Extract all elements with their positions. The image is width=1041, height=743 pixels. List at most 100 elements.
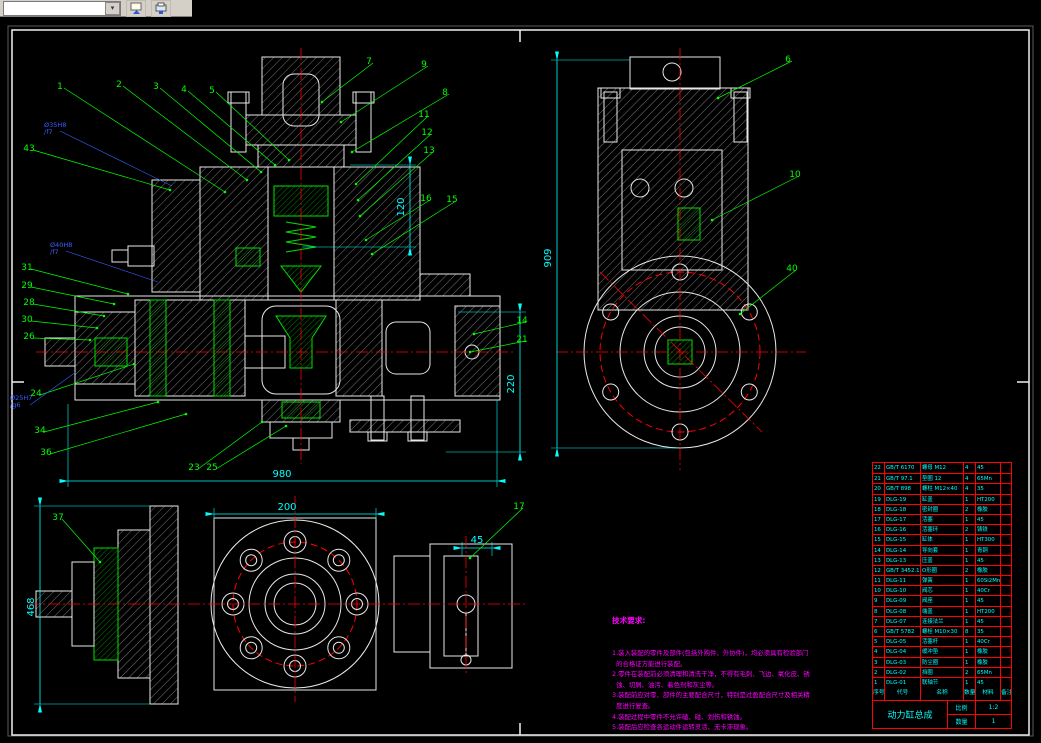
bom-row: 20 GB/T 898 螺柱 M12×40 4 35 [873,483,1011,494]
bom-cell: 17 [873,514,885,525]
sheet-label: 数量 [948,714,976,728]
stud-bolt [230,91,247,153]
bom-cell: 9 [873,596,885,606]
note-line: 度进行复查。 [612,701,655,710]
bom-cell [1001,596,1011,605]
bom-row: 1 DLG-01 联轴节 1 45 [873,676,1011,688]
leader-dot [356,198,360,202]
bom-cell: 螺栓 M10×30 [921,627,964,637]
bom-row: 17 DLG-17 活塞 1 45 [873,513,1011,525]
technical-notes: 技术要求: 1.装入装配的零件及部件(包括外购件、外协件)，均必须具有检验部门 … [612,595,810,743]
piston-seal [213,299,231,397]
leader-dot [88,338,92,342]
bom-cell: 21 [873,474,885,484]
print-icon [155,2,166,14]
bom-cell [1001,515,1011,524]
bom-cell: 1 [964,677,976,688]
bom-cell: HT200 [976,606,1001,616]
side-view [556,48,806,470]
stud-bolt [370,395,385,441]
callout-37: 37 [52,513,63,523]
leader-line-17 [469,507,524,559]
leader-dot [710,218,714,222]
bom-cell: 22 [873,463,885,474]
leader-line-23 [197,421,263,470]
bom-cell: 1 [964,545,976,555]
bom-cell: 序号 [873,687,885,701]
bom-cell: 1 [873,677,885,688]
leader-dot [273,163,277,167]
export-button[interactable] [126,0,146,17]
layer-combo[interactable]: ▾ [3,0,121,16]
bom-cell: 6 [873,627,885,637]
bom-cell: 45 [976,596,1001,606]
bom-cell: 防尘圈 [921,657,964,667]
note-line: 2.零件在装配前必须清理和清洗干净，不得有毛刺、飞边、氧化皮、锈 [612,670,810,679]
bom-cell [1001,566,1011,575]
leader-dot [102,314,106,318]
bom-cell: 活塞环 [921,525,964,535]
bom-cell: 缸体 [921,535,964,545]
bom-cell: 1 [964,637,976,647]
leader-line-36 [49,413,187,455]
bom-cell [1001,617,1011,626]
scale-label: 比例 [948,701,976,715]
port-stub [127,245,155,267]
bom-cell: 1 [964,596,976,606]
leader-dot [468,556,472,560]
bom-cell [1001,627,1011,636]
print-button[interactable] [151,0,171,17]
note-line: 1.装入装配的零件及部件(包括外购件、外协件)，均必须具有检验部门 [612,648,809,657]
chevron-down-icon[interactable]: ▾ [105,1,120,15]
callout-28: 28 [23,298,35,308]
bom-cell: GB/T 898 [885,484,921,494]
valve-insert [677,207,701,241]
side-top-cap [629,56,721,90]
bom-cell [1001,658,1011,667]
callout-13: 13 [423,146,434,156]
callout-26: 26 [23,332,35,342]
base-plate [349,419,461,433]
bom-cell: 35 [976,627,1001,637]
bom-cell: 压盖 [921,555,964,565]
bom-cell: 缓冲垫 [921,647,964,657]
bom-cell: 活塞 [921,514,964,525]
bom-cell: 导向套 [921,545,964,555]
dim-label-45: 45 [471,535,484,546]
bom-cell: 18 [873,504,885,514]
bom-cell: 2 [964,525,976,535]
dim-label-980: 980 [272,469,291,480]
bom-cell: 3 [873,657,885,667]
bom-cell: 材料 [976,687,1001,701]
bom-cell [1001,535,1011,544]
bom-cell [1001,678,1011,687]
dim-label-120: 120 [396,197,407,216]
bom-row: 14 DLG-14 导向套 1 青铜 [873,544,1011,555]
bom-row: 10 DLG-10 阀芯 1 40Cr [873,585,1011,596]
callout-7: 7 [366,57,372,67]
bom-cell: 40Cr [976,637,1001,647]
bom-header-row: 序号 代号 名称 数量 材料 备注 [873,687,1011,701]
leader-line-37 [61,518,101,563]
callout-21: 21 [516,335,527,345]
spec-label: /g6 [10,401,20,409]
bom-row: 2 DLG-02 挡圈 2 65Mn [873,666,1011,677]
leader-dot [350,150,354,154]
bom-cell: 1 [964,555,976,565]
leader-dot [184,412,188,416]
bom-cell: 缸盖 [921,494,964,504]
bom-table: 22 GB/T 6170 螺母 M12 4 45 21 GB/T 97.1 垫圈 12 4 65M… [872,462,1012,702]
bom-cell: 13 [873,555,885,565]
bom-row: 4 DLG-04 缓冲垫 1 橡胶 [873,646,1011,657]
bom-cell: DLG-14 [885,545,921,555]
drawing-entity [132,9,140,14]
note-line: 蚀、切屑、油污、着色剂和灰尘等。 [612,680,719,689]
cap-hole [662,62,682,82]
bom-cell: 1 [964,616,976,626]
bom-row: 15 DLG-15 缸体 1 HT300 [873,534,1011,545]
leader-line-9 [340,65,429,123]
stud-bolt [355,91,372,153]
bom-cell [1001,495,1011,504]
bom-cell: 橡胶 [976,657,1001,667]
bom-cell: DLG-15 [885,535,921,545]
